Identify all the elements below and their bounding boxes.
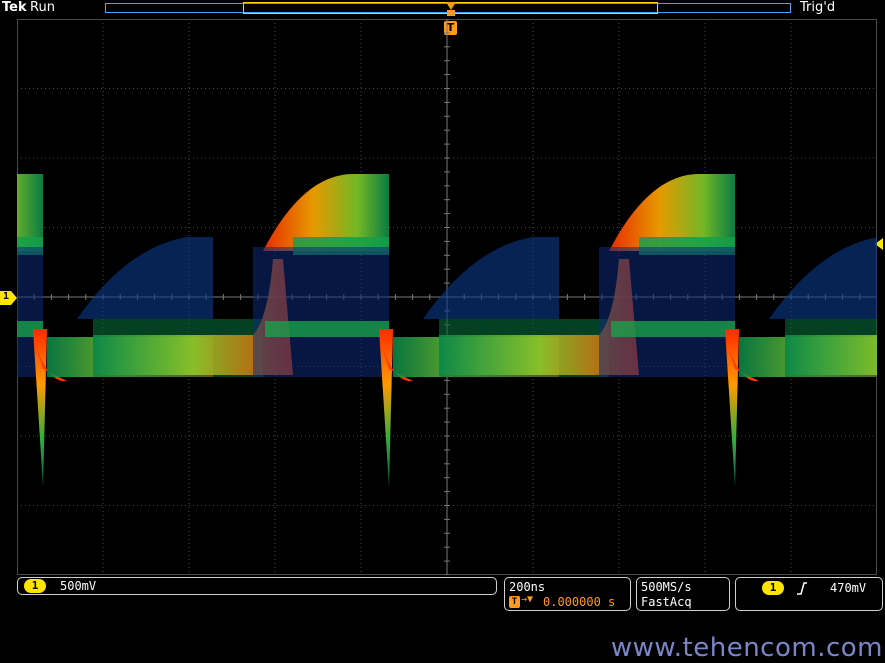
rising-ramp-blue <box>423 237 559 319</box>
falling-spike <box>33 329 47 487</box>
rising-ramp-blue <box>769 237 877 319</box>
trigger-source-badge: 1 <box>762 581 784 595</box>
channel1-scale-panel[interactable]: 1 500mV <box>17 577 497 595</box>
fall-region-blue <box>599 247 735 377</box>
mid-green-band <box>265 321 389 337</box>
brand-logo: Tek <box>2 0 27 15</box>
trigger-position-icon: T <box>509 596 520 608</box>
trigger-status: Trig'd <box>800 0 836 15</box>
trigger-panel[interactable]: 1 470mV <box>735 577 883 611</box>
channel1-badge: 1 <box>24 579 46 593</box>
fall-region-blue <box>253 247 389 377</box>
time-per-division: 200ns <box>509 580 546 594</box>
top-status-bar: Tek Run Trig'd <box>0 0 885 17</box>
delay-arrow-icon: →▼ <box>521 594 534 605</box>
trigger-position-indicator[interactable] <box>443 0 459 16</box>
watermark: www.tehencom.com <box>610 633 883 663</box>
channel1-ground-marker[interactable]: 1 <box>0 290 18 309</box>
acquisition-panel[interactable]: 500MS/s FastAcq <box>636 577 730 611</box>
channel1-marker-label: 1 <box>3 291 10 302</box>
oscilloscope-display <box>17 19 877 575</box>
trigger-level: 470mV <box>830 581 867 595</box>
falling-spike <box>725 329 739 487</box>
channel1-vertical-scale: 500mV <box>60 579 97 593</box>
rising-edge-icon <box>797 582 807 595</box>
mid-green-band <box>611 321 735 337</box>
acquisition-state[interactable]: Run <box>30 0 55 15</box>
acquisition-mode: FastAcq <box>641 595 692 609</box>
rising-ramp-blue <box>77 237 213 319</box>
horizontal-position: 0.000000 s <box>543 595 616 609</box>
falling-spike <box>379 329 393 487</box>
timebase-panel[interactable]: 200ns T →▼ 0.000000 s <box>504 577 631 611</box>
sample-rate: 500MS/s <box>641 580 692 594</box>
